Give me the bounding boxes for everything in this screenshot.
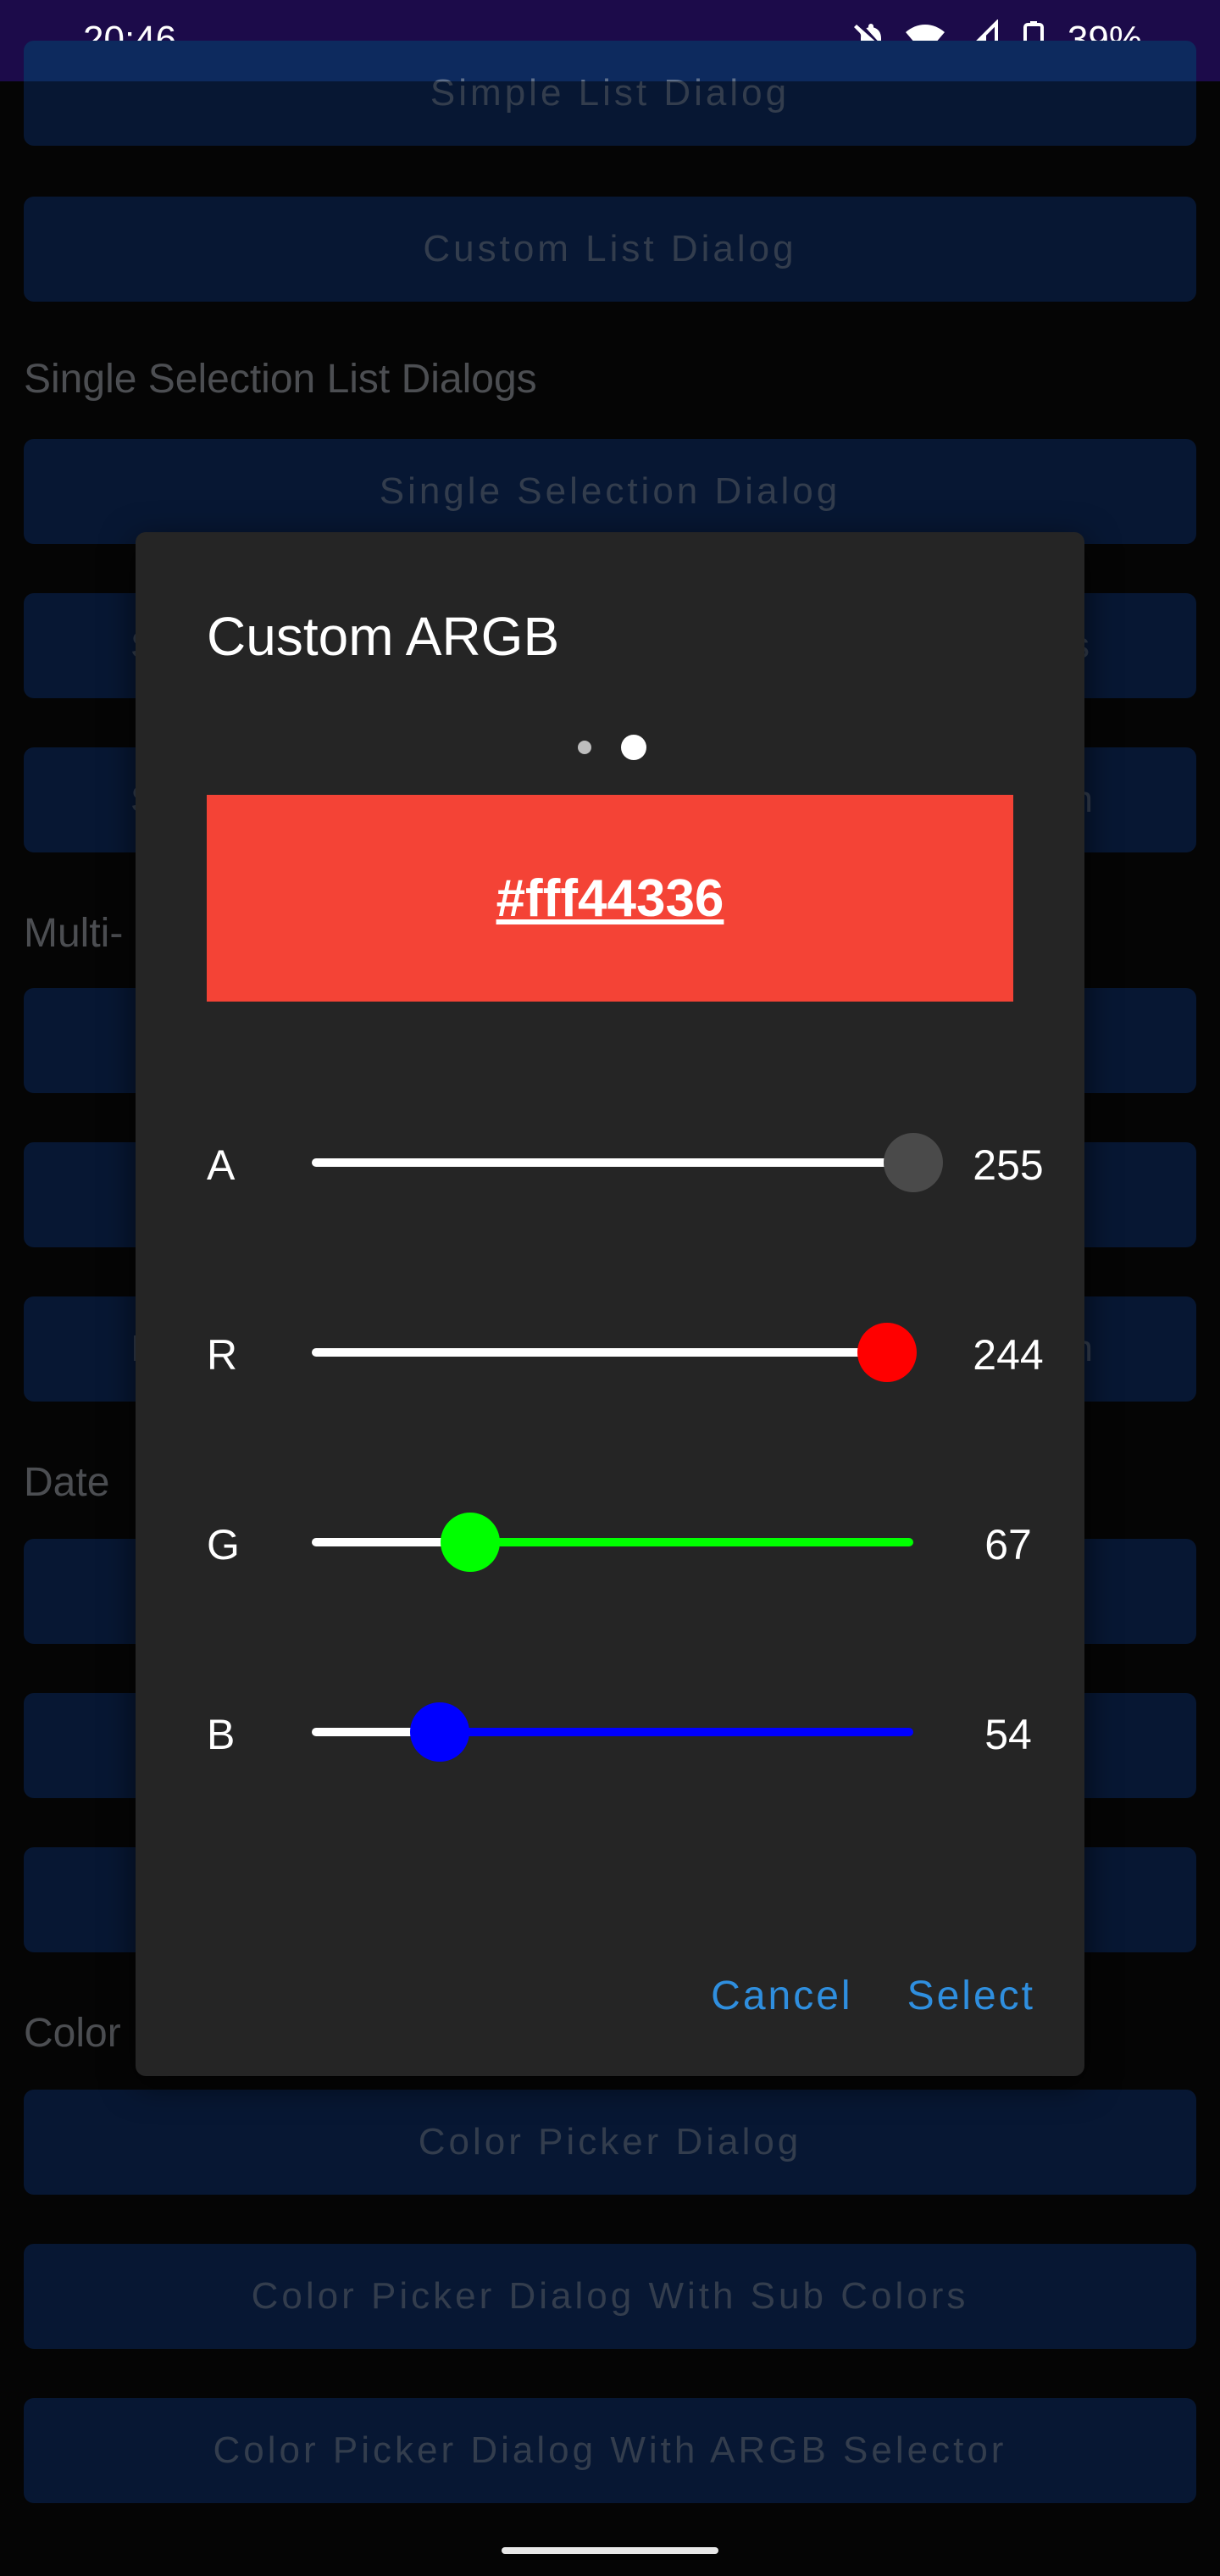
blue-row: B 54 bbox=[136, 1690, 1084, 1774]
blue-label: B bbox=[207, 1711, 236, 1758]
red-value: 244 bbox=[973, 1331, 1044, 1379]
red-label: R bbox=[207, 1331, 238, 1379]
alpha-label: A bbox=[207, 1141, 236, 1189]
gesture-nav-handle[interactable] bbox=[502, 2547, 718, 2554]
red-track-active[interactable] bbox=[312, 1348, 888, 1357]
alpha-row: A 255 bbox=[136, 1120, 1084, 1205]
page-indicator-dot-2[interactable] bbox=[621, 735, 646, 760]
blue-slider-thumb[interactable] bbox=[409, 1702, 469, 1762]
red-slider-thumb[interactable] bbox=[857, 1323, 918, 1382]
green-value: 67 bbox=[984, 1521, 1032, 1568]
alpha-slider-thumb[interactable] bbox=[884, 1133, 943, 1192]
blue-track-inactive[interactable] bbox=[439, 1728, 913, 1736]
dialog-title: Custom ARGB bbox=[207, 606, 560, 667]
green-track-inactive[interactable] bbox=[469, 1538, 913, 1546]
alpha-value: 255 bbox=[973, 1141, 1044, 1189]
color-hex-text[interactable]: #fff44336 bbox=[496, 869, 724, 929]
color-preview: #fff44336 bbox=[207, 795, 1013, 1002]
cancel-button[interactable]: Cancel bbox=[711, 1973, 852, 2019]
green-label: G bbox=[207, 1521, 240, 1568]
alpha-track-active[interactable] bbox=[312, 1158, 913, 1167]
blue-value: 54 bbox=[984, 1711, 1032, 1758]
select-button[interactable]: Select bbox=[907, 1973, 1035, 2019]
green-slider-thumb[interactable] bbox=[440, 1513, 500, 1572]
red-row: R 244 bbox=[136, 1310, 1084, 1395]
green-row: G 67 bbox=[136, 1500, 1084, 1585]
page-indicator-dot-1[interactable] bbox=[578, 741, 591, 754]
dialog-actions: Cancel Select bbox=[711, 1973, 1035, 2019]
custom-argb-dialog: Custom ARGB #fff44336 A 255 R 244 G 67 B… bbox=[136, 532, 1084, 2076]
